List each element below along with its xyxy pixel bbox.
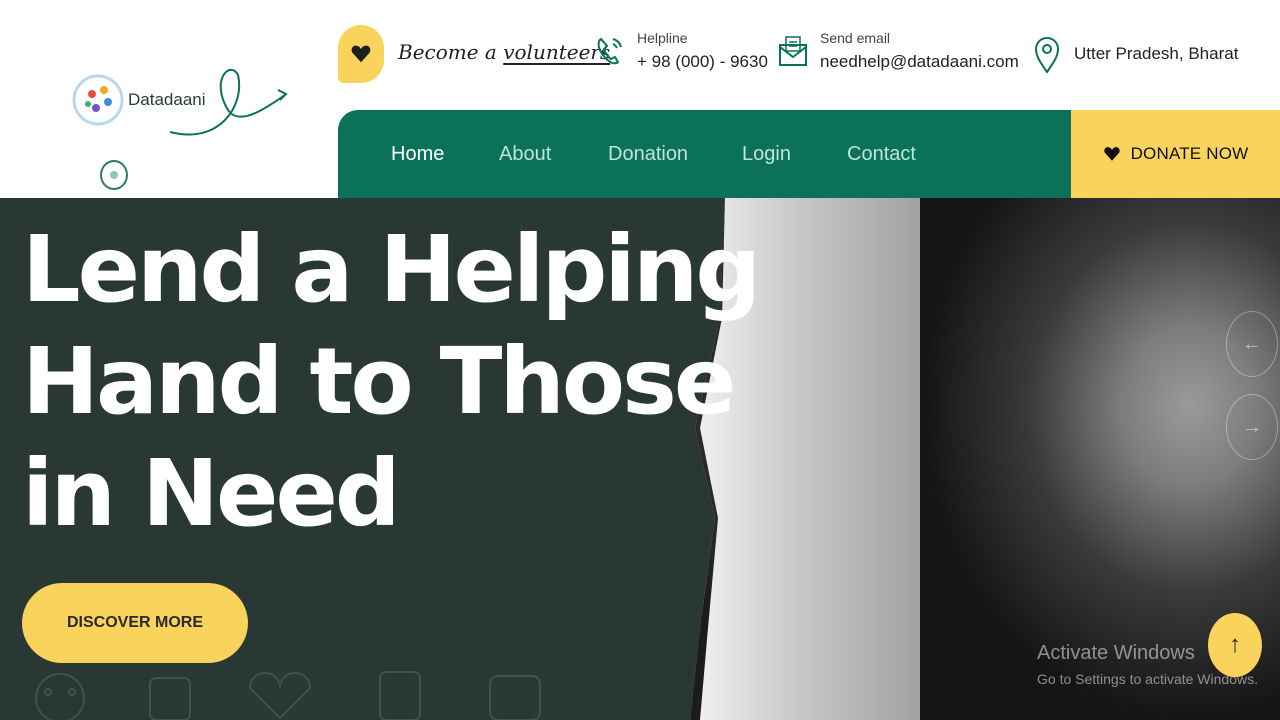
heart-badge-icon: [338, 25, 384, 83]
heart-icon: [1103, 147, 1120, 161]
nav-item-about[interactable]: About: [499, 143, 551, 166]
slider-next-button[interactable]: →: [1226, 394, 1278, 460]
scroll-to-top-button[interactable]: ↑: [1208, 613, 1262, 677]
logo[interactable]: Datadaani: [70, 60, 290, 145]
logo-text: Datadaani: [128, 90, 206, 109]
arrow-right-icon: →: [1242, 415, 1262, 438]
envelope-icon: [779, 36, 807, 66]
radio-indicator-icon: [100, 160, 128, 190]
location-block: Utter Pradesh, Bharat: [1030, 34, 1238, 74]
helpline-block[interactable]: Helpline + 98 (000) - 9630: [593, 30, 768, 72]
hero-title-line: Hand to Those: [22, 328, 736, 435]
email-value: needhelp@datadaani.com: [820, 52, 1019, 71]
volunteer-prefix: Become a: [398, 40, 497, 64]
donate-now-button[interactable]: DONATE NOW: [1071, 110, 1280, 198]
slider-prev-button[interactable]: ←: [1226, 311, 1278, 377]
nav-item-login[interactable]: Login: [742, 143, 791, 166]
phone-icon: [597, 37, 622, 65]
nav-item-donation[interactable]: Donation: [608, 143, 688, 166]
discover-more-button[interactable]: DISCOVER MORE: [22, 583, 248, 663]
helpline-label: Helpline: [637, 30, 688, 46]
hero-title-line: in Need: [22, 440, 401, 547]
hero-title: Lend a Helping Hand to Those in Need: [22, 214, 761, 550]
main-nav: Home About Donation Login Contact: [338, 110, 1071, 198]
arrow-up-icon: ↑: [1229, 631, 1241, 658]
hero-title-line: Lend a Helping: [22, 216, 761, 323]
location-value: Utter Pradesh, Bharat: [1074, 44, 1239, 63]
donate-now-label: DONATE NOW: [1130, 144, 1249, 163]
email-block[interactable]: Send email needhelp@datadaani.com: [776, 30, 1019, 72]
arrow-left-icon: ←: [1242, 332, 1262, 355]
map-pin-icon: [1034, 37, 1060, 74]
doodle-pattern-icon: [35, 671, 541, 720]
become-volunteer-link[interactable]: Become a volunteers: [398, 40, 610, 64]
nav-item-home[interactable]: Home: [391, 143, 444, 166]
nav-item-contact[interactable]: Contact: [847, 143, 916, 166]
email-label: Send email: [820, 30, 891, 46]
hero-section: Lend a Helping Hand to Those in Need DIS…: [0, 198, 1280, 720]
helpline-value: + 98 (000) - 9630: [637, 52, 768, 71]
